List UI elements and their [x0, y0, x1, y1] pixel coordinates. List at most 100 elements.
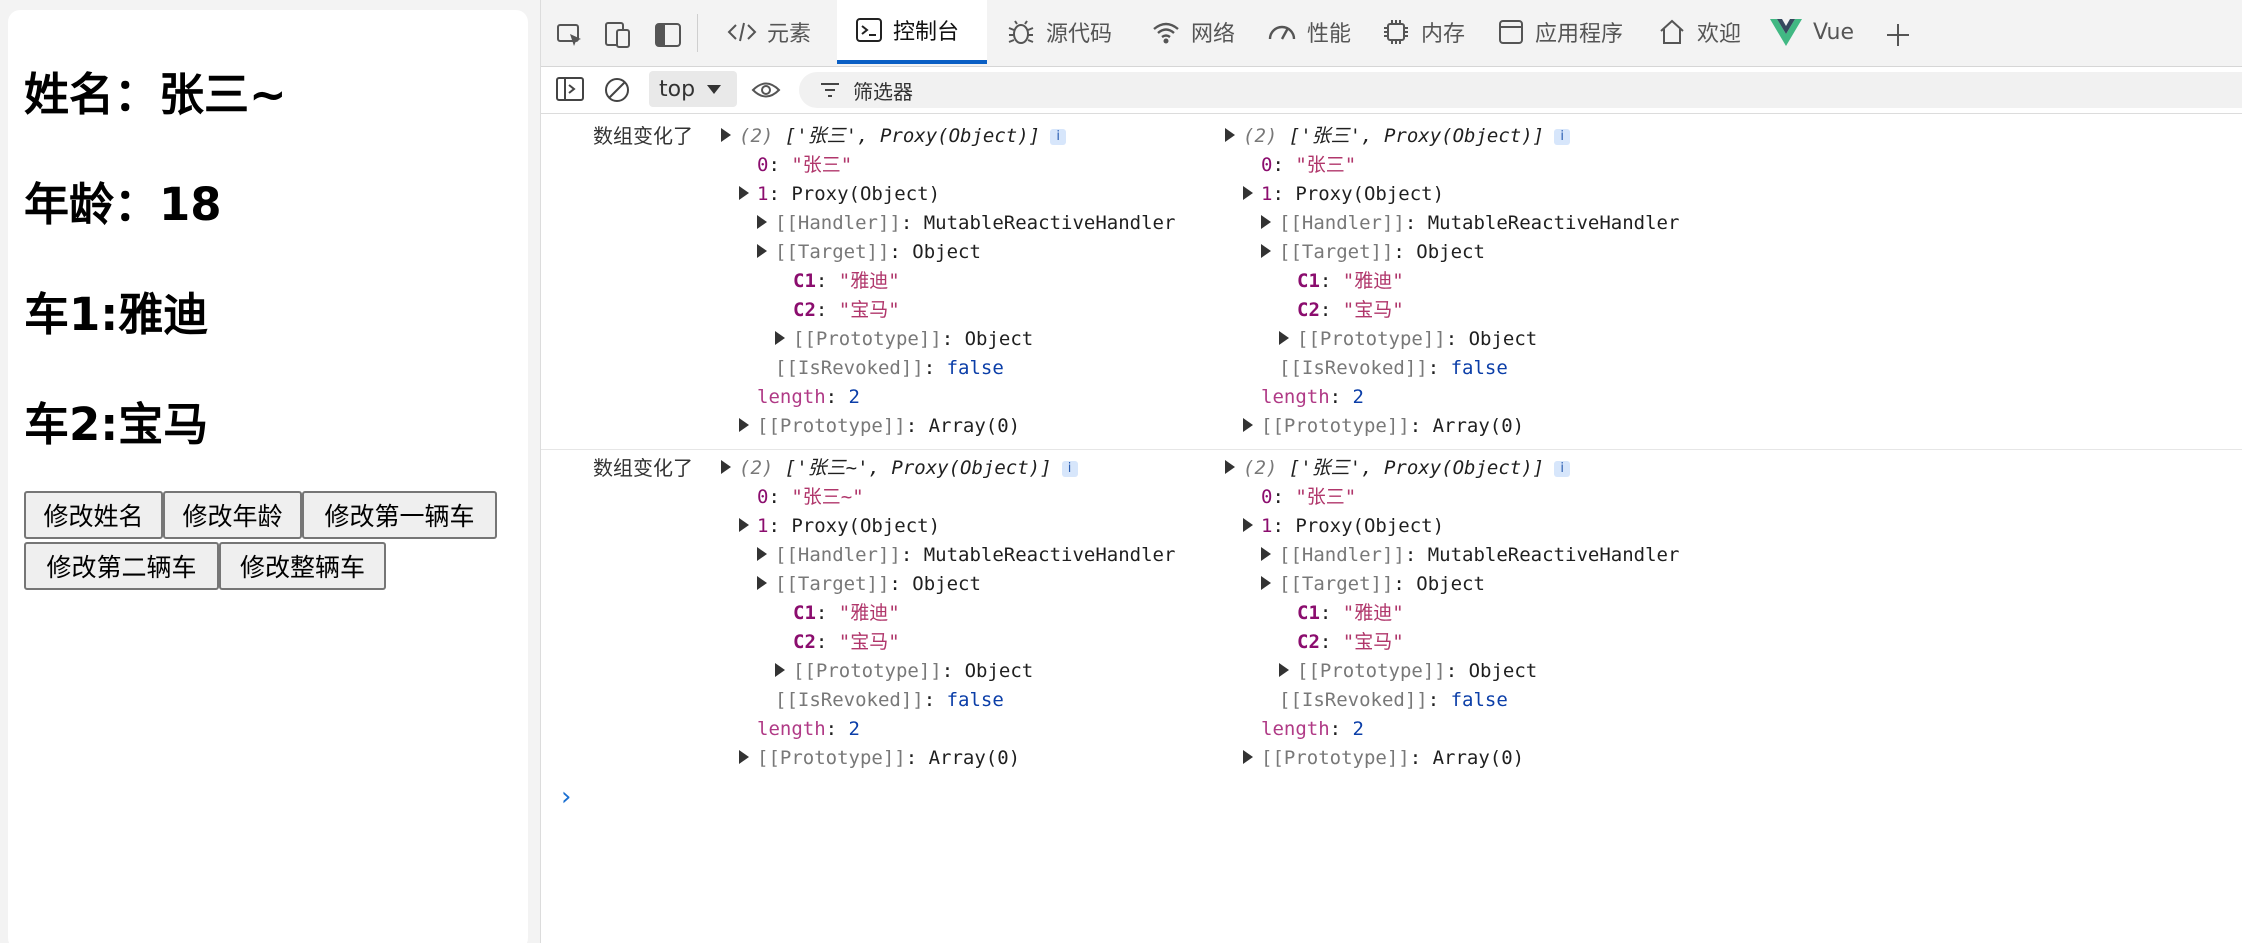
tab-label: 欢迎 [1697, 22, 1742, 47]
expand-triangle-icon[interactable] [757, 244, 767, 258]
expand-triangle-icon[interactable] [1225, 128, 1235, 142]
devtools-tab-bar: 元素 控制台 源代码 网络 性能 内存 应用程序 欢迎 Vue [541, 0, 2242, 67]
array-summary-row[interactable]: (2) ['张三', Proxy(Object)] i [1225, 122, 1571, 151]
console-prompt-chevron-icon[interactable]: › [561, 782, 571, 812]
prototype-row[interactable]: [[Prototype]]: Array(0) [739, 412, 1020, 441]
context-select-value: top [659, 76, 696, 102]
prototype-row[interactable]: [[Prototype]]: Array(0) [1243, 744, 1524, 773]
expand-triangle-icon[interactable] [1261, 244, 1271, 258]
expand-triangle-icon[interactable] [1261, 576, 1271, 590]
expand-triangle-icon[interactable] [1243, 750, 1253, 764]
array-summary-row[interactable]: (2) ['张三~', Proxy(Object)] i [721, 454, 1078, 483]
handler-row[interactable]: [[Handler]]: MutableReactiveHandler [757, 209, 1175, 238]
property-row: C1: "雅迪" [1297, 602, 1404, 624]
expand-triangle-icon[interactable] [1279, 663, 1289, 677]
info-icon[interactable]: i [1554, 129, 1571, 145]
expand-triangle-icon[interactable] [1243, 418, 1253, 432]
inspect-element-icon[interactable] [555, 20, 585, 50]
length-row: length: 2 [757, 386, 860, 408]
dock-side-icon[interactable] [653, 20, 683, 50]
filter-icon [821, 83, 839, 97]
expand-triangle-icon[interactable] [757, 576, 767, 590]
console-message: 数组变化了 (2) ['张三', Proxy(Object)] i 0: "张三"… [541, 118, 2242, 450]
array-item-row[interactable]: 1: Proxy(Object) [1243, 180, 1444, 209]
property-row: C1: "雅迪" [793, 270, 900, 292]
prototype-row[interactable]: [[Prototype]]: Object [775, 657, 1033, 686]
prototype-row[interactable]: [[Prototype]]: Array(0) [739, 744, 1020, 773]
array-item-row: 0: "张三" [1261, 154, 1357, 176]
filter-input[interactable]: 筛选器 [799, 72, 2242, 108]
array-item-row[interactable]: 1: Proxy(Object) [739, 512, 940, 541]
revoked-row: [[IsRevoked]]: false [775, 689, 1004, 711]
page-viewport: 姓名：张三~ 年龄：18 车1:雅迪 车2:宝马 修改姓名 修改年龄 修改第一辆… [0, 0, 540, 950]
context-select[interactable]: top [649, 71, 737, 107]
expand-triangle-icon[interactable] [775, 663, 785, 677]
wifi-icon [1153, 22, 1179, 44]
expand-triangle-icon[interactable] [757, 215, 767, 229]
handler-row[interactable]: [[Handler]]: MutableReactiveHandler [757, 541, 1175, 570]
info-icon[interactable]: i [1554, 461, 1571, 477]
change-car2-button[interactable]: 修改第二辆车 [24, 542, 219, 590]
expand-triangle-icon[interactable] [1261, 547, 1271, 561]
tab-network[interactable]: 网络 [1151, 0, 1251, 64]
change-name-button[interactable]: 修改姓名 [24, 491, 163, 539]
target-row[interactable]: [[Target]]: Object [757, 238, 981, 267]
home-icon [1660, 19, 1684, 44]
handler-row[interactable]: [[Handler]]: MutableReactiveHandler [1261, 209, 1679, 238]
code-icon [727, 22, 757, 42]
expand-triangle-icon[interactable] [1243, 518, 1253, 532]
prototype-row[interactable]: [[Prototype]]: Object [775, 325, 1033, 354]
info-icon[interactable]: i [1050, 129, 1067, 145]
expand-triangle-icon[interactable] [1225, 460, 1235, 474]
vue-logo-icon [1770, 19, 1802, 46]
tab-application[interactable]: 应用程序 [1497, 0, 1637, 64]
more-tabs-plus-icon[interactable] [1883, 20, 1913, 50]
tab-console[interactable]: 控制台 [837, 0, 987, 64]
expand-triangle-icon[interactable] [721, 460, 731, 474]
tab-label: 性能 [1307, 22, 1352, 47]
tab-welcome[interactable]: 欢迎 [1657, 0, 1757, 64]
array-summary-row[interactable]: (2) ['张三', Proxy(Object)] i [721, 122, 1067, 151]
car1-heading: 车1:雅迪 [24, 288, 209, 341]
device-emulation-icon[interactable] [603, 20, 633, 50]
expand-triangle-icon[interactable] [775, 331, 785, 345]
change-age-button[interactable]: 修改年龄 [163, 491, 302, 539]
target-row[interactable]: [[Target]]: Object [757, 570, 981, 599]
expand-triangle-icon[interactable] [757, 547, 767, 561]
expand-triangle-icon[interactable] [739, 750, 749, 764]
change-car1-button[interactable]: 修改第一辆车 [302, 491, 497, 539]
console-message: 数组变化了 (2) ['张三~', Proxy(Object)] i 0: "张三… [541, 450, 2242, 781]
tab-sources[interactable]: 源代码 [1006, 0, 1126, 64]
array-item-row[interactable]: 1: Proxy(Object) [1243, 512, 1444, 541]
target-row[interactable]: [[Target]]: Object [1261, 238, 1485, 267]
tab-vue[interactable]: Vue [1769, 0, 1869, 64]
chevron-down-icon [707, 85, 722, 94]
expand-triangle-icon[interactable] [1243, 186, 1253, 200]
prototype-row[interactable]: [[Prototype]]: Object [1279, 325, 1537, 354]
prototype-row[interactable]: [[Prototype]]: Array(0) [1243, 412, 1524, 441]
handler-row[interactable]: [[Handler]]: MutableReactiveHandler [1261, 541, 1679, 570]
console-toolbar: top 筛选器 [541, 67, 2242, 114]
bug-icon [1008, 20, 1034, 44]
array-summary-row[interactable]: (2) ['张三', Proxy(Object)] i [1225, 454, 1571, 483]
expand-triangle-icon[interactable] [1261, 215, 1271, 229]
property-row: C2: "宝马" [1297, 299, 1404, 321]
tab-memory[interactable]: 内存 [1381, 0, 1481, 64]
info-icon[interactable]: i [1061, 461, 1078, 477]
change-all-cars-button[interactable]: 修改整辆车 [219, 542, 386, 590]
expand-triangle-icon[interactable] [1279, 331, 1289, 345]
chip-icon [1384, 20, 1408, 44]
array-item-row[interactable]: 1: Proxy(Object) [739, 180, 940, 209]
expand-triangle-icon[interactable] [721, 128, 731, 142]
expand-triangle-icon[interactable] [739, 518, 749, 532]
tab-performance[interactable]: 性能 [1267, 0, 1367, 64]
expand-triangle-icon[interactable] [739, 186, 749, 200]
tab-label: 控制台 [893, 20, 960, 45]
prototype-row[interactable]: [[Prototype]]: Object [1279, 657, 1537, 686]
target-row[interactable]: [[Target]]: Object [1261, 570, 1485, 599]
expand-triangle-icon[interactable] [739, 418, 749, 432]
live-expression-eye-icon[interactable] [751, 79, 781, 105]
sidebar-toggle-icon[interactable] [555, 76, 585, 106]
clear-console-icon[interactable] [603, 76, 631, 108]
tab-elements[interactable]: 元素 [727, 0, 823, 64]
